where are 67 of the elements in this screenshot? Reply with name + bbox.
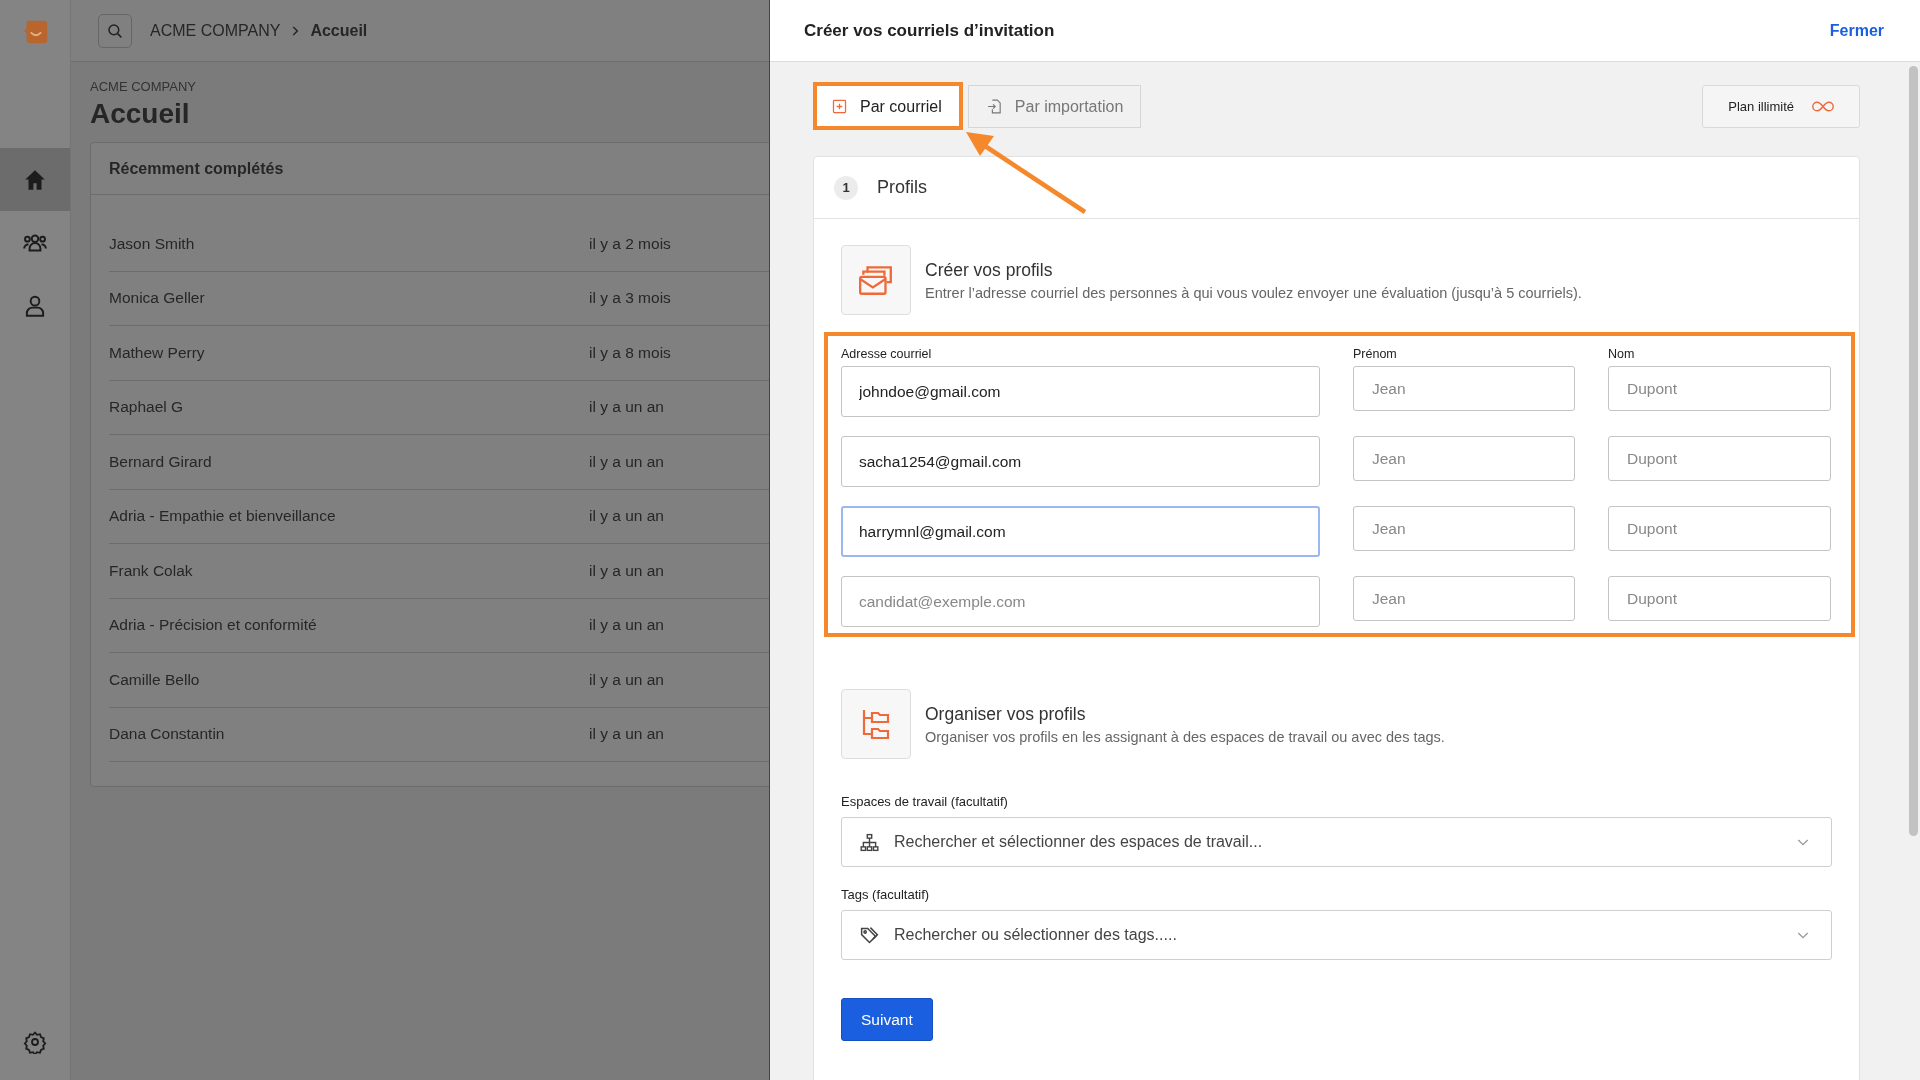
first-name-field[interactable]: Jean bbox=[1353, 436, 1575, 481]
section-title: Organiser vos profils bbox=[925, 703, 1087, 725]
completed-time: il y a un an bbox=[588, 725, 665, 744]
workspace-dropdown[interactable]: Rechercher et sélectionner des espaces de travail... bbox=[841, 817, 1832, 867]
person-name[interactable]: Adria - Précision et conformité bbox=[109, 616, 588, 635]
step-title: Profils bbox=[877, 177, 927, 198]
next-button[interactable]: Suivant bbox=[841, 998, 933, 1041]
file-import-icon bbox=[985, 98, 1003, 115]
tag-icon bbox=[859, 924, 880, 946]
completed-time: il y a 3 mois bbox=[588, 289, 672, 308]
email-field[interactable]: sacha1254@gmail.com bbox=[841, 436, 1320, 487]
workspace-search-field[interactable]: Rechercher et sélectionner des espaces de travail... bbox=[894, 833, 1781, 851]
person-name[interactable]: Dana Constantin bbox=[109, 725, 588, 744]
last-name-field[interactable]: Dupont bbox=[1608, 506, 1831, 551]
plus-square-icon bbox=[831, 98, 848, 115]
tags-search-field[interactable]: Rechercher ou sélectionner des tags..... bbox=[894, 926, 1781, 944]
completed-time: il y a un an bbox=[588, 616, 665, 635]
last-name-field[interactable]: Dupont bbox=[1608, 576, 1831, 621]
last-name-field[interactable]: Dupont bbox=[1608, 366, 1831, 411]
column-label: Nom bbox=[1608, 347, 1636, 361]
sitemap-icon bbox=[859, 831, 880, 853]
section-description: Entrer l’adresse courriel des personnes à qui vous voulez envoyer une évaluation (jusqu’à 5 courriels). bbox=[925, 284, 1582, 301]
sidebar-item[interactable] bbox=[0, 148, 70, 211]
plan-label: Plan illimité bbox=[1728, 99, 1794, 114]
page-title: Accueil bbox=[90, 98, 191, 130]
step-number: 1 bbox=[834, 175, 858, 200]
first-name-field[interactable]: Jean bbox=[1353, 506, 1575, 551]
close-link[interactable]: Fermer bbox=[1829, 21, 1884, 40]
completed-time: il y a 8 mois bbox=[588, 343, 672, 362]
breadcrumb-current: Accueil bbox=[310, 21, 368, 40]
person-name[interactable]: Jason Smith bbox=[109, 234, 588, 253]
last-name-field[interactable]: Dupont bbox=[1608, 436, 1831, 481]
company-name: ACME COMPANY bbox=[90, 79, 197, 94]
settings-icon[interactable] bbox=[23, 1030, 47, 1054]
field-label: Tags (facultatif) bbox=[841, 887, 931, 902]
logo-icon[interactable] bbox=[21, 18, 49, 46]
first-name-field[interactable]: Jean bbox=[1353, 366, 1575, 411]
search-button[interactable] bbox=[98, 13, 132, 48]
person-name[interactable]: Monica Geller bbox=[109, 289, 588, 308]
person-name[interactable]: Bernard Girard bbox=[109, 452, 588, 471]
completed-time: il y a un an bbox=[588, 452, 665, 471]
panel-title: Créer vos courriels d’invitation bbox=[804, 20, 1055, 41]
column-label: Adresse courriel bbox=[841, 347, 933, 361]
completed-time: il y a un an bbox=[588, 398, 665, 417]
first-name-field[interactable]: Jean bbox=[1353, 576, 1575, 621]
person-name[interactable]: Frank Colak bbox=[109, 561, 588, 580]
email-field[interactable]: candidat@exemple.com bbox=[841, 576, 1320, 627]
tags-dropdown[interactable]: Rechercher ou sélectionner des tags..... bbox=[841, 910, 1832, 960]
infinity-icon bbox=[1812, 101, 1834, 112]
column-label: Prénom bbox=[1353, 347, 1398, 361]
person-name[interactable]: Adria - Empathie et bienveillance bbox=[109, 507, 588, 526]
email-field[interactable]: johndoe@gmail.com bbox=[841, 366, 1320, 417]
completed-time: il y a 2 mois bbox=[588, 234, 672, 253]
person-name[interactable]: Camille Bello bbox=[109, 670, 588, 689]
field-label: Espaces de travail (facultatif) bbox=[841, 794, 1009, 809]
tab[interactable]: Par importation bbox=[967, 85, 1142, 128]
section-description: Organiser vos profils en les assignant à des espaces de travail ou avec des tags. bbox=[925, 728, 1445, 745]
section-title: Créer vos profils bbox=[925, 259, 1054, 281]
completed-time: il y a un an bbox=[588, 507, 665, 526]
search-icon bbox=[106, 21, 124, 40]
person-name[interactable]: Raphael G bbox=[109, 398, 588, 417]
email-field[interactable]: harrymnl@gmail.com bbox=[841, 506, 1320, 557]
breadcrumb-link[interactable]: ACME COMPANY bbox=[150, 21, 281, 40]
scrollbar-thumb[interactable] bbox=[1909, 66, 1918, 836]
completed-time: il y a un an bbox=[588, 670, 665, 689]
completed-time: il y a un an bbox=[588, 561, 665, 580]
person-name[interactable]: Mathew Perry bbox=[109, 343, 588, 362]
